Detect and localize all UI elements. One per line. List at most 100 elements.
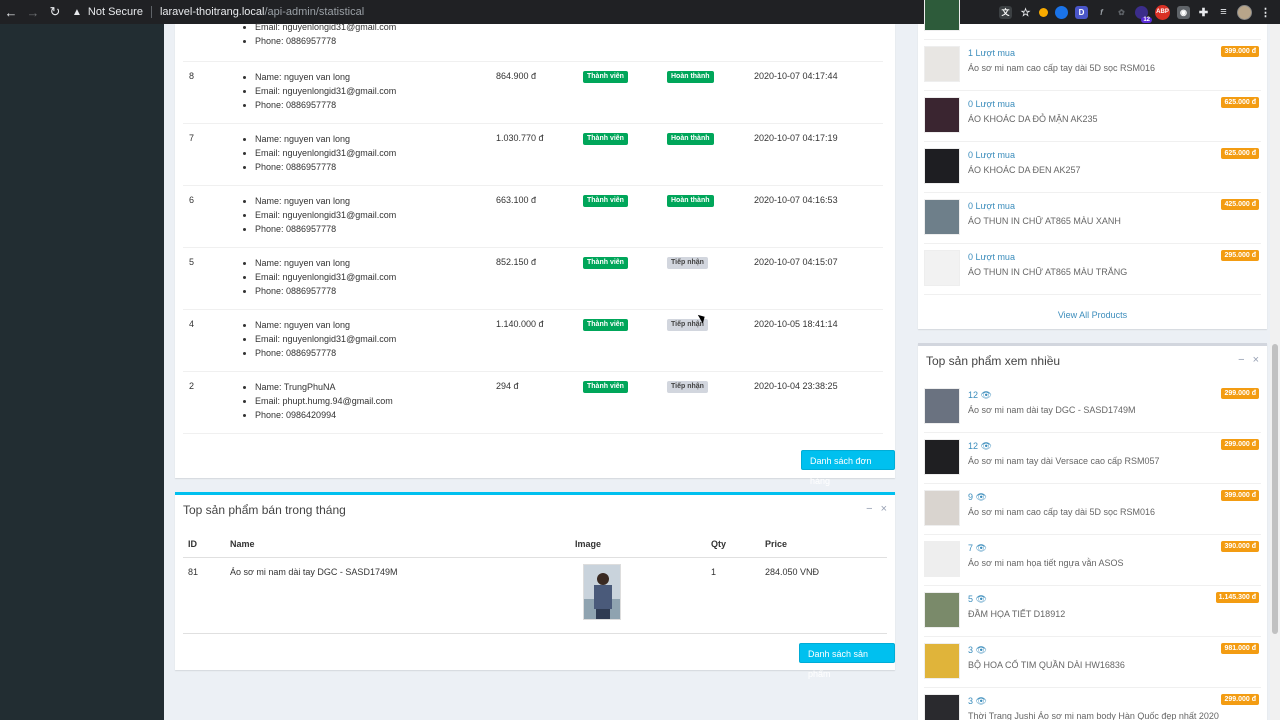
product-thumbnail bbox=[924, 643, 960, 679]
top-selling-box: Top sản phẩm bán trong tháng − × ID Name… bbox=[175, 492, 895, 679]
list-item[interactable]: 5 👁 ĐẦM HỌA TIẾT D18912 1.145.300 đ bbox=[924, 586, 1261, 637]
price-badge: 390.000 đ bbox=[1221, 541, 1259, 552]
price-badge: 399.000 đ bbox=[1221, 46, 1259, 57]
collapse-icon[interactable]: − bbox=[866, 503, 872, 515]
close-icon[interactable]: × bbox=[1253, 354, 1259, 366]
list-item[interactable]: 12 👁 Áo sơ mi nam dài tay DGC - SASD1749M… bbox=[924, 382, 1261, 433]
table-row: 8 Name: nguyen van longEmail: nguyenlongi… bbox=[183, 62, 883, 124]
reload-icon[interactable]: ↻ bbox=[44, 0, 66, 24]
page-scrollbar[interactable] bbox=[1270, 24, 1280, 720]
price-badge: 425.000 đ bbox=[1221, 199, 1259, 210]
order-status-badge: Hoàn thành bbox=[667, 133, 714, 145]
customer-info-list: Name: nguyen van longEmail: nguyenlongid… bbox=[243, 132, 396, 174]
customer-email: Email: nguyenlongid31@gmail.com bbox=[255, 270, 396, 284]
customer-type-badge: Thành viên bbox=[583, 133, 628, 145]
customer-email: Email: nguyenlongid31@gmail.com bbox=[255, 84, 396, 98]
column-header-id: ID bbox=[188, 539, 197, 549]
eye-icon: 👁 bbox=[975, 492, 987, 502]
list-item[interactable]: 0 Lượt mua ÁO KHOÁC DA ĐỎ MẬN AK235 625.00… bbox=[924, 91, 1261, 142]
product-name: Áo sơ mi nam họa tiết ngựa vằn ASOS bbox=[968, 558, 1124, 568]
view-count: 12 bbox=[968, 441, 979, 451]
list-item[interactable]: 3 👁 Thời Trang Jushi Áo sơ mi nam body Hà… bbox=[924, 688, 1261, 720]
customer-name: Name: nguyen van long bbox=[255, 318, 396, 332]
customer-info-list: Name: nguyen van longEmail: nguyenlongid… bbox=[243, 318, 396, 360]
product-list-button[interactable]: Danh sách sản phẩm bbox=[799, 643, 895, 679]
customer-phone: Phone: 0886957778 bbox=[255, 160, 396, 174]
customer-type-badge: Thành viên bbox=[583, 319, 628, 331]
forward-arrow-icon[interactable]: → bbox=[22, 0, 44, 24]
price-badge: 295.000 đ bbox=[1221, 250, 1259, 261]
table-row: 5 Name: nguyen van longEmail: nguyenlongi… bbox=[183, 248, 883, 310]
customer-phone: Phone: 0886957778 bbox=[255, 222, 396, 236]
customer-name: Name: TrungPhuNA bbox=[255, 380, 393, 394]
purchase-count-link[interactable]: 1 Lượt mua bbox=[968, 48, 1015, 58]
customer-info-list: Name: TrungPhuNAEmail: phupt.humg.94@gma… bbox=[243, 380, 393, 422]
list-item[interactable]: 7 👁 Áo sơ mi nam họa tiết ngựa vằn ASOS 39… bbox=[924, 535, 1261, 586]
purchase-count-link[interactable]: 0 Lượt mua bbox=[968, 99, 1015, 109]
customer-type-badge: Thành viên bbox=[583, 381, 628, 393]
top-purchased-box: 1 Lượt mua Áo sơ mi nam cao cấp tay dài 5… bbox=[918, 0, 1267, 329]
table-row: 4 Name: nguyen van longEmail: nguyenlongi… bbox=[183, 310, 883, 372]
purchase-count-link[interactable]: 0 Lượt mua bbox=[968, 201, 1015, 211]
view-count-link[interactable]: 9 👁 bbox=[968, 492, 987, 503]
price-badge: 981.000 đ bbox=[1221, 643, 1259, 654]
order-date: 2020-10-04 23:38:25 bbox=[754, 381, 838, 391]
customer-email: Email: nguyenlongid31@gmail.com bbox=[255, 208, 396, 222]
order-id: 5 bbox=[189, 257, 195, 267]
order-id: 8 bbox=[189, 71, 195, 81]
collapse-icon[interactable]: − bbox=[1238, 354, 1244, 366]
recent-orders-box: Email: nguyenlongid31@gmail.com Phone: 0… bbox=[175, 22, 895, 486]
product-name: Áo sơ mi nam cao cấp tay dài 5D sọc RSM0… bbox=[968, 507, 1155, 517]
eye-icon: 👁 bbox=[975, 594, 987, 604]
list-item[interactable]: 0 Lượt mua ÁO THUN IN CHỮ AT865 MÀU TRẮNG… bbox=[924, 244, 1261, 295]
price-badge: 299.000 đ bbox=[1221, 439, 1259, 450]
order-list-button[interactable]: Danh sách đơn hàng bbox=[801, 450, 895, 486]
list-item bbox=[924, 0, 1261, 40]
warning-icon: ▲ bbox=[72, 6, 82, 18]
price-badge: 625.000 đ bbox=[1221, 97, 1259, 108]
top-viewed-box: Top sản phẩm xem nhiều − × 12 👁 Áo sơ mi … bbox=[918, 343, 1267, 720]
price-badge: 299.000 đ bbox=[1221, 694, 1259, 705]
security-indicator[interactable]: Not Secure bbox=[88, 6, 143, 18]
box-tools: − × bbox=[866, 503, 887, 515]
purchase-count-link[interactable]: 0 Lượt mua bbox=[968, 150, 1015, 160]
view-all-products-link[interactable]: View All Products bbox=[918, 310, 1267, 320]
view-count: 3 bbox=[968, 645, 974, 655]
view-count-link[interactable]: 7 👁 bbox=[968, 543, 987, 554]
product-name: Áo sơ mi nam cao cấp tay dài 5D sọc RSM0… bbox=[968, 63, 1155, 73]
url-host: laravel-thoitrang.local bbox=[159, 6, 265, 18]
column-header-qty: Qty bbox=[711, 539, 727, 549]
product-id: 81 bbox=[188, 567, 199, 577]
back-arrow-icon[interactable]: ← bbox=[0, 0, 22, 24]
eye-icon: 👁 bbox=[975, 543, 987, 553]
scrollbar-thumb[interactable] bbox=[1272, 344, 1278, 634]
view-count-link[interactable]: 12 👁 bbox=[968, 390, 992, 401]
product-name: ÁO THUN IN CHỮ AT865 MÀU XANH bbox=[968, 216, 1121, 226]
order-date: 2020-10-07 04:17:44 bbox=[754, 71, 838, 81]
order-status-badge: Hoàn thành bbox=[667, 71, 714, 83]
close-icon[interactable]: × bbox=[881, 503, 887, 515]
view-count-link[interactable]: 3 👁 bbox=[968, 645, 987, 656]
product-name: ÁO THUN IN CHỮ AT865 MÀU TRẮNG bbox=[968, 267, 1128, 277]
view-count-link[interactable]: 3 👁 bbox=[968, 696, 987, 707]
list-item[interactable]: 0 Lượt mua ÁO KHOÁC DA ĐEN AK257 625.000 đ bbox=[924, 142, 1261, 193]
customer-phone: Phone: 0886957778 bbox=[255, 34, 396, 48]
view-count-link[interactable]: 12 👁 bbox=[968, 441, 992, 452]
box-header: Top sản phẩm xem nhiều − × bbox=[918, 346, 1267, 376]
product-name: ÁO KHOÁC DA ĐỎ MẬN AK235 bbox=[968, 114, 1098, 124]
box-title: Top sản phẩm xem nhiều bbox=[926, 354, 1061, 368]
view-count-link[interactable]: 5 👁 bbox=[968, 594, 987, 605]
purchase-count-link[interactable]: 0 Lượt mua bbox=[968, 252, 1015, 262]
customer-info-list: Name: nguyen van longEmail: nguyenlongid… bbox=[243, 70, 396, 112]
list-item[interactable]: 1 Lượt mua Áo sơ mi nam cao cấp tay dài 5… bbox=[924, 40, 1261, 91]
price-badge: 399.000 đ bbox=[1221, 490, 1259, 501]
product-thumbnail bbox=[924, 694, 960, 720]
list-item[interactable]: 0 Lượt mua ÁO THUN IN CHỮ AT865 MÀU XANH 4… bbox=[924, 193, 1261, 244]
box-header: Top sản phẩm bán trong tháng − × bbox=[175, 495, 895, 525]
table-row: Email: nguyenlongid31@gmail.com Phone: 0… bbox=[183, 22, 883, 62]
list-item[interactable]: 3 👁 BỘ HOA CỔ TIM QUẦN DÀI HW16836 981.000… bbox=[924, 637, 1261, 688]
list-item[interactable]: 12 👁 Áo sơ mi nam tay dài Versace cao cấp… bbox=[924, 433, 1261, 484]
view-count: 12 bbox=[968, 390, 979, 400]
list-item[interactable]: 9 👁 Áo sơ mi nam cao cấp tay dài 5D sọc R… bbox=[924, 484, 1261, 535]
product-name: Áo sơ mi nam dài tay DGC - SASD1749M bbox=[230, 567, 398, 577]
